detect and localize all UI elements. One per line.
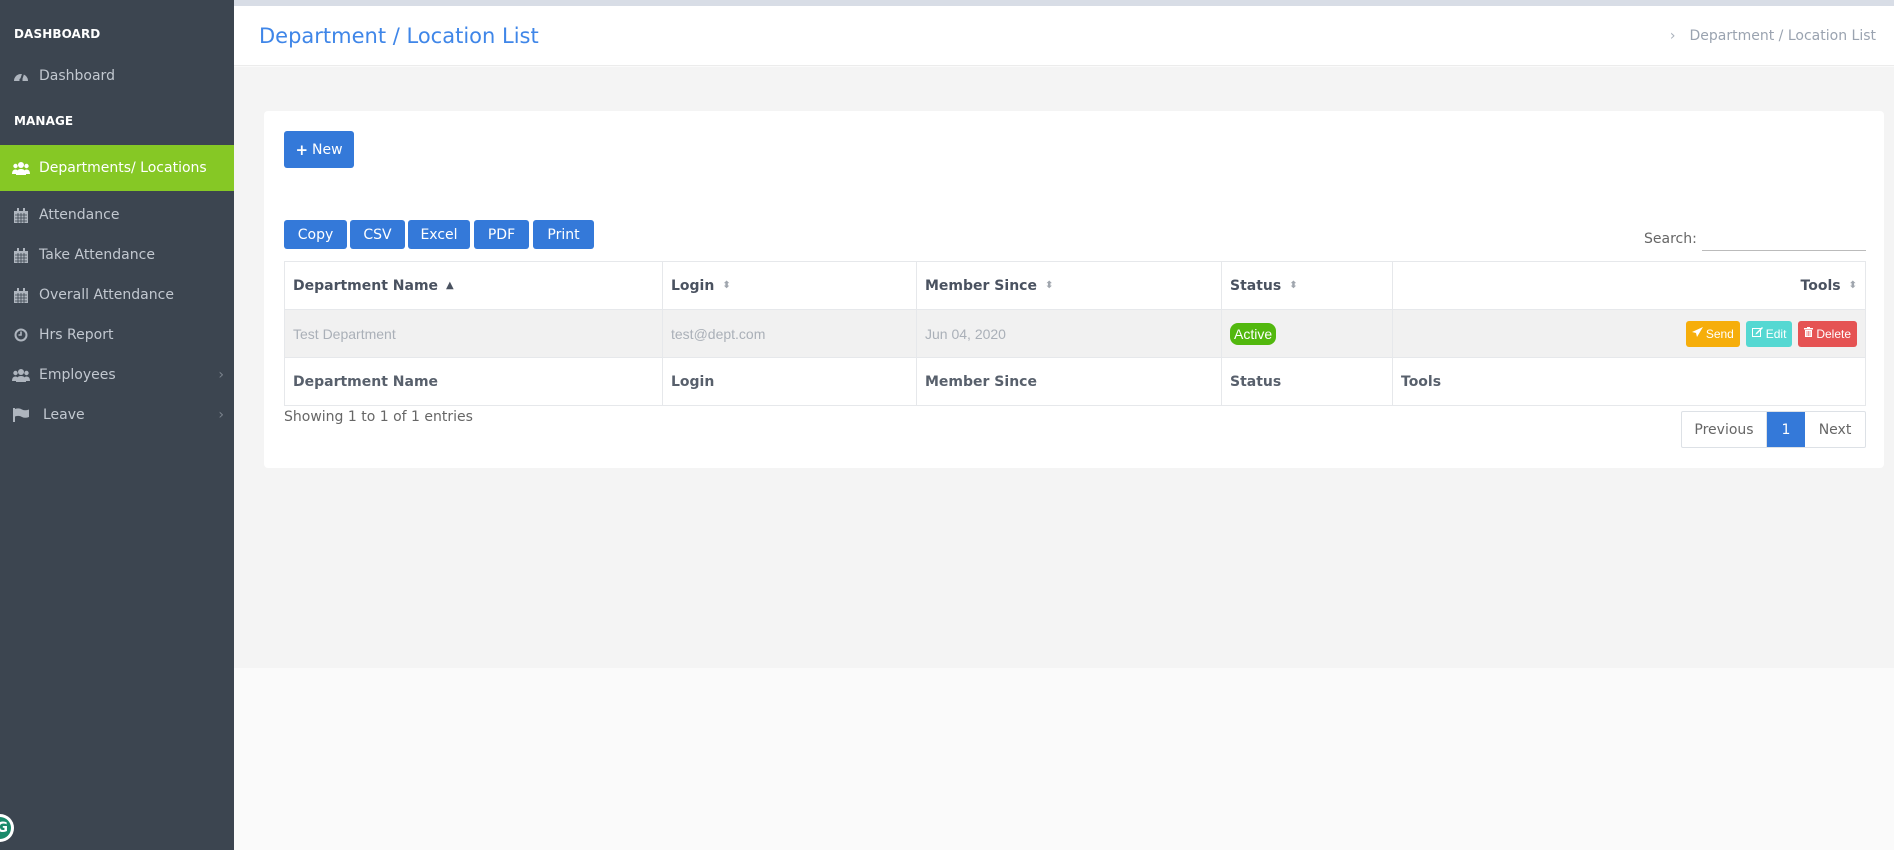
status-badge: Active [1230, 322, 1277, 345]
calendar-icon [12, 247, 30, 263]
copy-button[interactable]: Copy [284, 220, 347, 249]
plus-icon: + [295, 140, 309, 159]
sort-both-icon: ⬍ [722, 279, 731, 291]
cell-tools: Send Edit Delete [1392, 309, 1866, 358]
flag-icon [12, 407, 30, 423]
send-button[interactable]: Send [1685, 320, 1740, 347]
cell-department-name: Test Department [284, 309, 663, 358]
column-header-member-since[interactable]: Member Since ⬍ [916, 261, 1222, 310]
column-header-status[interactable]: Status ⬍ [1221, 261, 1393, 310]
sort-both-icon: ⬍ [1848, 279, 1857, 291]
sidebar-item-hrs-report[interactable]: Hrs Report [0, 315, 234, 355]
paper-plane-icon [1691, 327, 1703, 340]
next-page-button[interactable]: Next [1805, 412, 1865, 447]
calendar-icon [12, 207, 30, 223]
footer-status: Status [1221, 357, 1393, 406]
search-label: Search: [1644, 231, 1697, 247]
sidebar-item-label: Dashboard [39, 68, 115, 84]
chat-widget-icon[interactable]: G [0, 814, 14, 842]
clock-icon [12, 327, 30, 343]
sidebar-item-label: Attendance [39, 207, 120, 223]
footer-tools: Tools [1392, 357, 1866, 406]
sidebar-item-leave[interactable]: Leave › [0, 395, 234, 435]
csv-button[interactable]: CSV [350, 220, 405, 249]
edit-icon [1751, 327, 1763, 340]
excel-button[interactable]: Excel [408, 220, 470, 249]
sort-both-icon: ⬍ [1289, 279, 1298, 291]
page-title: Department / Location List [259, 24, 539, 48]
cell-member-since: Jun 04, 2020 [916, 309, 1222, 358]
table-row: Test Department test@dept.com Jun 04, 20… [284, 309, 1866, 358]
delete-button[interactable]: Delete [1798, 320, 1857, 347]
sidebar: DASHBOARD Dashboard MANAGE Departments/ … [0, 0, 234, 850]
sidebar-item-dashboard[interactable]: Dashboard [0, 56, 234, 96]
users-group-icon [12, 160, 30, 176]
sidebar-item-departments-locations[interactable]: Departments/ Locations [0, 145, 234, 191]
print-button[interactable]: Print [533, 220, 594, 249]
sidebar-item-label: Hrs Report [39, 327, 114, 343]
footer-login: Login [662, 357, 917, 406]
breadcrumb-current[interactable]: Department / Location List [1690, 28, 1876, 44]
sidebar-item-employees[interactable]: Employees › [0, 355, 234, 395]
pagination: Previous 1 Next [1681, 411, 1866, 448]
sidebar-item-label: Employees [39, 367, 116, 383]
sidebar-item-label: Leave [43, 407, 85, 423]
table-header-row: Department Name ▲ Login ⬍ Member Since ⬍ St… [284, 261, 1866, 310]
pdf-button[interactable]: PDF [474, 220, 529, 249]
sort-asc-icon: ▲ [446, 279, 454, 291]
table-info: Showing 1 to 1 of 1 entries [284, 409, 473, 425]
sidebar-item-attendance[interactable]: Attendance [0, 195, 234, 235]
sidebar-item-overall-attendance[interactable]: Overall Attendance [0, 275, 234, 315]
new-button[interactable]: + New [284, 131, 354, 168]
new-button-label: New [312, 141, 343, 158]
previous-page-button[interactable]: Previous [1682, 412, 1767, 447]
footer-department-name: Department Name [284, 357, 663, 406]
sidebar-item-take-attendance[interactable]: Take Attendance [0, 235, 234, 275]
cell-login: test@dept.com [662, 309, 917, 358]
sidebar-item-label: Take Attendance [39, 247, 155, 263]
calendar-icon [12, 287, 30, 303]
department-table: Department Name ▲ Login ⬍ Member Since ⬍ St… [284, 261, 1866, 406]
column-header-department-name[interactable]: Department Name ▲ [284, 261, 663, 310]
users-group-icon [12, 367, 30, 383]
sidebar-item-label: Overall Attendance [39, 287, 174, 303]
trash-icon [1804, 327, 1814, 340]
page-header: Department / Location List › Department … [234, 6, 1894, 66]
dashboard-gauge-icon [12, 68, 30, 84]
page-1-button[interactable]: 1 [1767, 412, 1805, 447]
chevron-right-icon: › [218, 367, 224, 383]
sidebar-heading-manage: MANAGE [14, 114, 74, 128]
column-header-tools[interactable]: Tools ⬍ [1392, 261, 1866, 310]
table-footer-row: Department Name Login Member Since Statu… [284, 357, 1866, 406]
edit-button[interactable]: Edit [1745, 320, 1793, 347]
search-input[interactable] [1702, 227, 1866, 251]
cell-status: Active [1221, 309, 1393, 358]
breadcrumb: › Department / Location List [1670, 28, 1876, 44]
footer-member-since: Member Since [916, 357, 1222, 406]
sidebar-heading-dashboard: DASHBOARD [14, 27, 101, 41]
sidebar-item-label: Departments/ Locations [39, 160, 207, 176]
breadcrumb-chevron-icon: › [1669, 28, 1676, 44]
sort-both-icon: ⬍ [1044, 279, 1054, 291]
column-header-login[interactable]: Login ⬍ [662, 261, 917, 310]
chevron-right-icon: › [218, 407, 224, 423]
